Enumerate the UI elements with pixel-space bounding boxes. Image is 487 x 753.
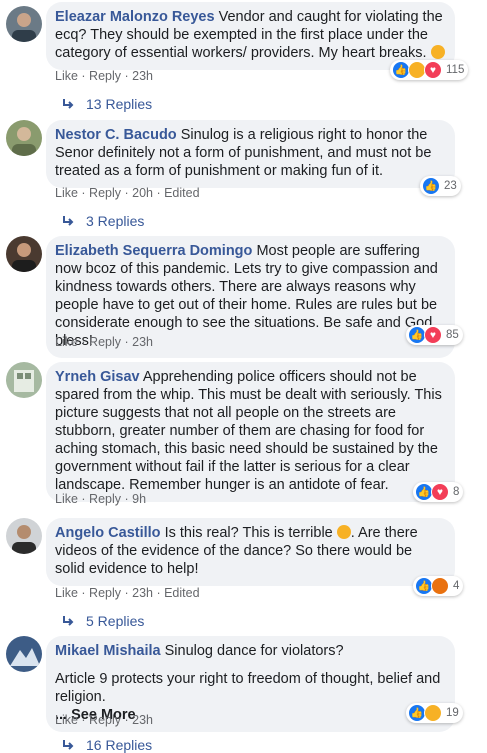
separator: · xyxy=(77,713,90,727)
like-link[interactable]: Like xyxy=(55,335,78,349)
comment-actions: Like · Reply · 23h xyxy=(55,713,153,727)
view-replies-link[interactable]: 3 Replies xyxy=(62,213,144,229)
separator: · xyxy=(121,186,133,200)
avatar[interactable] xyxy=(6,236,42,272)
separator: · xyxy=(77,335,90,349)
frowning-emoji-icon xyxy=(336,525,351,539)
angry-reaction-icon xyxy=(431,577,449,595)
comment-author[interactable]: Nestor C. Bacudo xyxy=(55,127,177,143)
comment-author[interactable]: Eleazar Malonzo Reyes xyxy=(55,9,215,25)
reply-link[interactable]: Reply xyxy=(89,492,121,506)
like-link[interactable]: Like xyxy=(55,186,78,200)
reaction-count: 8 xyxy=(453,486,460,498)
comment-text: Apprehending police officers should not … xyxy=(55,369,442,493)
comment-author[interactable]: Yrneh Gisav xyxy=(55,369,140,385)
reply-link[interactable]: Reply xyxy=(89,186,121,200)
like-link[interactable]: Like xyxy=(55,586,78,600)
heart-reaction-icon: ♥ xyxy=(431,483,449,501)
reply-link[interactable]: Reply xyxy=(89,69,121,83)
comment-author[interactable]: Angelo Castillo xyxy=(55,525,161,541)
comment-author[interactable]: Elizabeth Sequerra Domingo xyxy=(55,243,252,259)
separator: · xyxy=(121,492,133,506)
separator: · xyxy=(77,492,90,506)
like-link[interactable]: Like xyxy=(55,492,78,506)
separator: · xyxy=(152,186,165,200)
separator: · xyxy=(77,586,90,600)
view-replies-link[interactable]: 5 Replies xyxy=(62,613,144,629)
comment-author[interactable]: Mikael Mishaila xyxy=(55,643,161,659)
comment-text-line2: Article 9 protects your right to freedom… xyxy=(55,671,441,705)
reaction-summary[interactable]: 👍 ♥ 85 xyxy=(406,325,463,345)
like-link[interactable]: Like xyxy=(55,69,78,83)
reply-arrow-icon xyxy=(63,616,74,626)
comment-actions: Like · Reply · 23h · Edited xyxy=(55,586,200,600)
reaction-summary[interactable]: 👍 19 xyxy=(406,703,463,723)
reaction-count: 19 xyxy=(446,707,459,719)
reaction-summary[interactable]: 👍 23 xyxy=(420,176,461,196)
replies-count: 3 Replies xyxy=(86,213,145,229)
timestamp[interactable]: 9h xyxy=(132,492,146,506)
reaction-summary[interactable]: 👍 4 xyxy=(413,576,464,596)
haha-reaction-icon xyxy=(424,704,442,722)
reaction-count: 85 xyxy=(446,329,459,341)
replies-count: 5 Replies xyxy=(86,613,145,629)
comment-bubble: Eleazar Malonzo Reyes Vendor and caught … xyxy=(46,2,455,70)
timestamp[interactable]: 23h xyxy=(132,713,153,727)
avatar[interactable] xyxy=(6,518,42,554)
reply-arrow-icon xyxy=(63,740,74,750)
separator: · xyxy=(121,335,133,349)
comment-text: Is this real? This is terrible xyxy=(164,525,333,541)
comment-actions: Like · Reply · 23h xyxy=(55,335,153,349)
timestamp[interactable]: 23h xyxy=(132,69,153,83)
comment-actions: Like · Reply · 23h xyxy=(55,69,153,83)
reaction-count: 23 xyxy=(444,180,457,192)
reaction-summary[interactable]: 👍 ♥ 115 xyxy=(390,60,469,80)
view-replies-link[interactable]: 13 Replies xyxy=(62,96,152,112)
comment-text: Sinulog dance for violators? xyxy=(164,643,344,659)
separator: · xyxy=(77,69,90,83)
reaction-count: 115 xyxy=(446,64,465,76)
reply-link[interactable]: Reply xyxy=(89,335,121,349)
comment-bubble: Angelo Castillo Is this real? This is te… xyxy=(46,518,455,586)
separator: · xyxy=(152,586,165,600)
edited-label[interactable]: Edited xyxy=(164,186,199,200)
reaction-count: 4 xyxy=(453,580,460,592)
replies-count: 16 Replies xyxy=(86,737,153,753)
reply-link[interactable]: Reply xyxy=(89,713,121,727)
timestamp[interactable]: 23h xyxy=(132,335,153,349)
heart-reaction-icon: ♥ xyxy=(424,61,442,79)
separator: · xyxy=(121,69,133,83)
replies-count: 13 Replies xyxy=(86,96,153,112)
reply-link[interactable]: Reply xyxy=(89,586,121,600)
like-reaction-icon: 👍 xyxy=(422,177,440,195)
heart-reaction-icon: ♥ xyxy=(424,326,442,344)
comment-actions: Like · Reply · 20h · Edited xyxy=(55,186,200,200)
separator: · xyxy=(121,713,133,727)
timestamp[interactable]: 23h xyxy=(132,586,153,600)
like-link[interactable]: Like xyxy=(55,713,78,727)
edited-label[interactable]: Edited xyxy=(164,586,199,600)
separator: · xyxy=(121,586,133,600)
grinning-emoji-icon xyxy=(430,45,445,59)
reply-arrow-icon xyxy=(63,216,74,226)
avatar[interactable] xyxy=(6,362,42,398)
reply-arrow-icon xyxy=(63,99,74,109)
timestamp[interactable]: 20h xyxy=(132,186,153,200)
reaction-summary[interactable]: 👍 ♥ 8 xyxy=(413,482,464,502)
avatar[interactable] xyxy=(6,636,42,672)
separator: · xyxy=(77,186,90,200)
avatar[interactable] xyxy=(6,6,42,42)
view-replies-link[interactable]: 16 Replies xyxy=(62,737,152,753)
comment-bubble: Nestor C. Bacudo Sinulog is a religious … xyxy=(46,120,455,188)
comment-bubble: Yrneh Gisav Apprehending police officers… xyxy=(46,362,455,502)
avatar[interactable] xyxy=(6,120,42,156)
comment-actions: Like · Reply · 9h xyxy=(55,492,146,506)
